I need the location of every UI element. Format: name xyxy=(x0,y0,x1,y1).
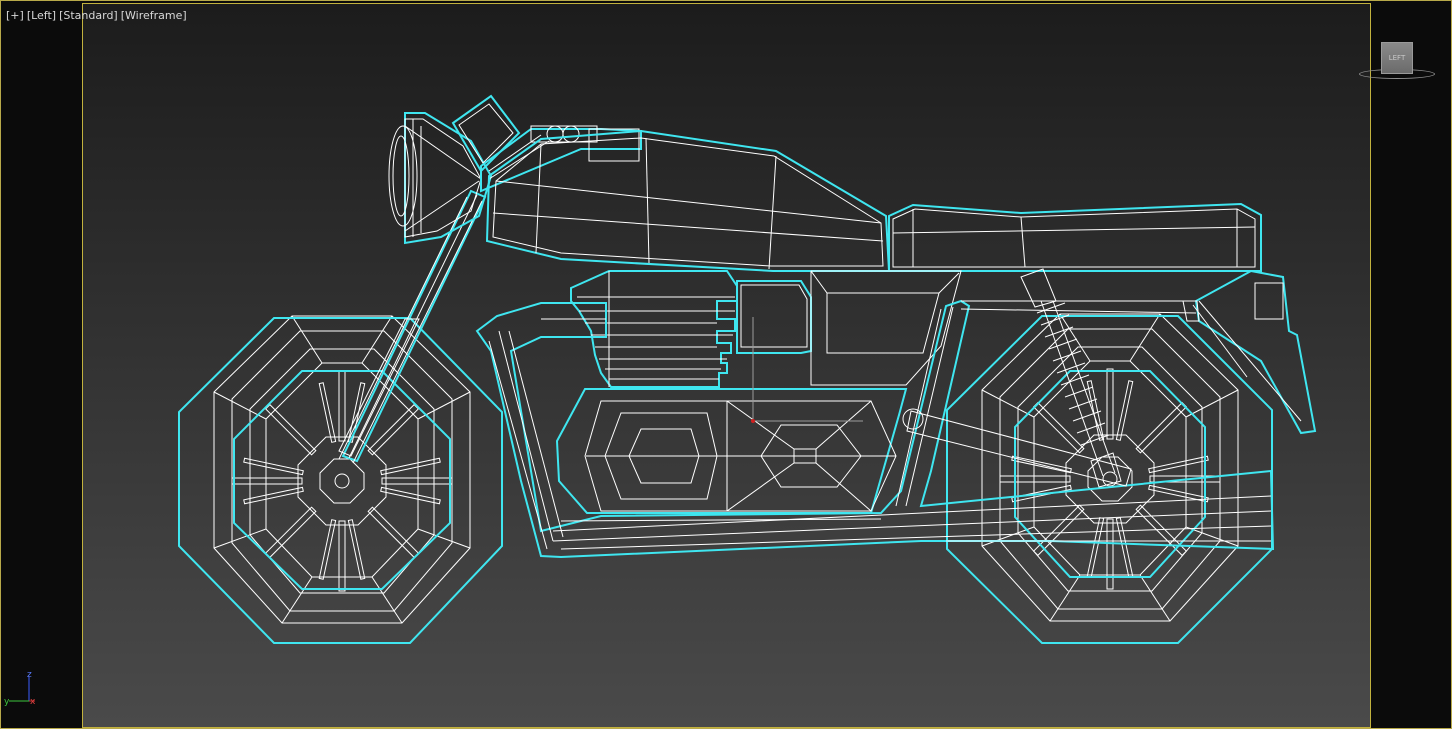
axis-tripod: z y x xyxy=(4,670,36,707)
axis-z-label: z xyxy=(27,670,32,680)
motorcycle-wireframe[interactable] xyxy=(1,1,1451,728)
pivot-gizmo xyxy=(752,317,863,422)
viewport-shading-style-menu[interactable]: [Wireframe] xyxy=(121,9,187,22)
viewport-point-of-view-menu[interactable]: [Left] xyxy=(27,9,56,22)
front-wheel xyxy=(178,315,503,644)
rear-shock xyxy=(1020,268,1122,488)
engine-cylinder xyxy=(570,270,738,388)
viewport-plus-menu[interactable]: [+] xyxy=(6,9,24,22)
seat xyxy=(888,202,1262,272)
rear-wheel xyxy=(946,313,1273,644)
axis-y-label: y xyxy=(4,697,10,707)
headlight xyxy=(388,112,493,245)
crankcase xyxy=(555,388,908,514)
fuel-tank xyxy=(485,129,891,272)
axis-x-label: x xyxy=(30,697,36,707)
pivot-point xyxy=(751,419,755,423)
viewcube-face-left[interactable]: LEFT xyxy=(1381,42,1413,74)
viewcube[interactable]: LEFT xyxy=(1357,39,1435,83)
viewport-label-menu: [+] [Left] [Standard] [Wireframe] xyxy=(6,9,190,22)
rear-fender xyxy=(1192,269,1317,435)
viewport-shading-standard-menu[interactable]: [Standard] xyxy=(59,9,118,22)
viewport-left[interactable]: [+] [Left] [Standard] [Wireframe] LEFT z y … xyxy=(0,0,1452,729)
front-fork xyxy=(338,189,487,464)
